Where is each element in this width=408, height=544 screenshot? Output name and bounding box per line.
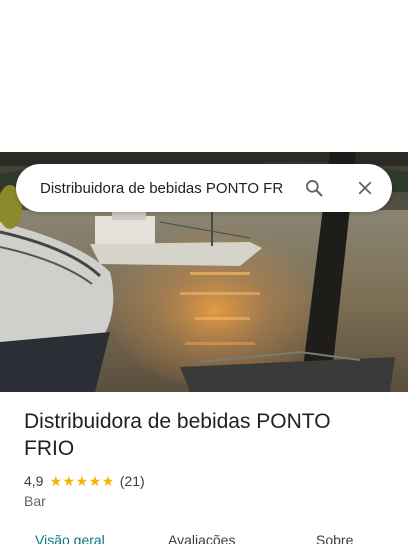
search-input[interactable]: Distribuidora de bebidas PONTO FR: [40, 180, 288, 197]
tab-reviews[interactable]: Avaliações: [168, 532, 235, 544]
close-icon[interactable]: [353, 176, 377, 200]
place-tabs: Visão geral Avaliações Sobre: [0, 528, 408, 544]
search-bar[interactable]: Distribuidora de bebidas PONTO FR: [16, 164, 392, 212]
rating-row[interactable]: 4,9 ★ ★ ★ ★ ★ (21): [24, 472, 145, 490]
star-icon: ★: [62, 473, 76, 489]
star-icon: ★: [88, 473, 102, 489]
review-count[interactable]: (21): [120, 473, 145, 489]
rating-value: 4,9: [24, 473, 44, 489]
place-category: Bar: [24, 493, 46, 509]
star-icon: ★: [75, 473, 89, 489]
place-title: Distribuidora de bebidas PONTO FRIO: [24, 410, 331, 460]
star-rating: ★ ★ ★ ★ ★: [49, 474, 114, 488]
star-icon: ★: [101, 473, 115, 489]
star-icon: ★: [49, 473, 63, 489]
tab-overview[interactable]: Visão geral: [35, 532, 105, 544]
search-icon[interactable]: [302, 176, 326, 200]
tab-about[interactable]: Sobre: [316, 532, 353, 544]
